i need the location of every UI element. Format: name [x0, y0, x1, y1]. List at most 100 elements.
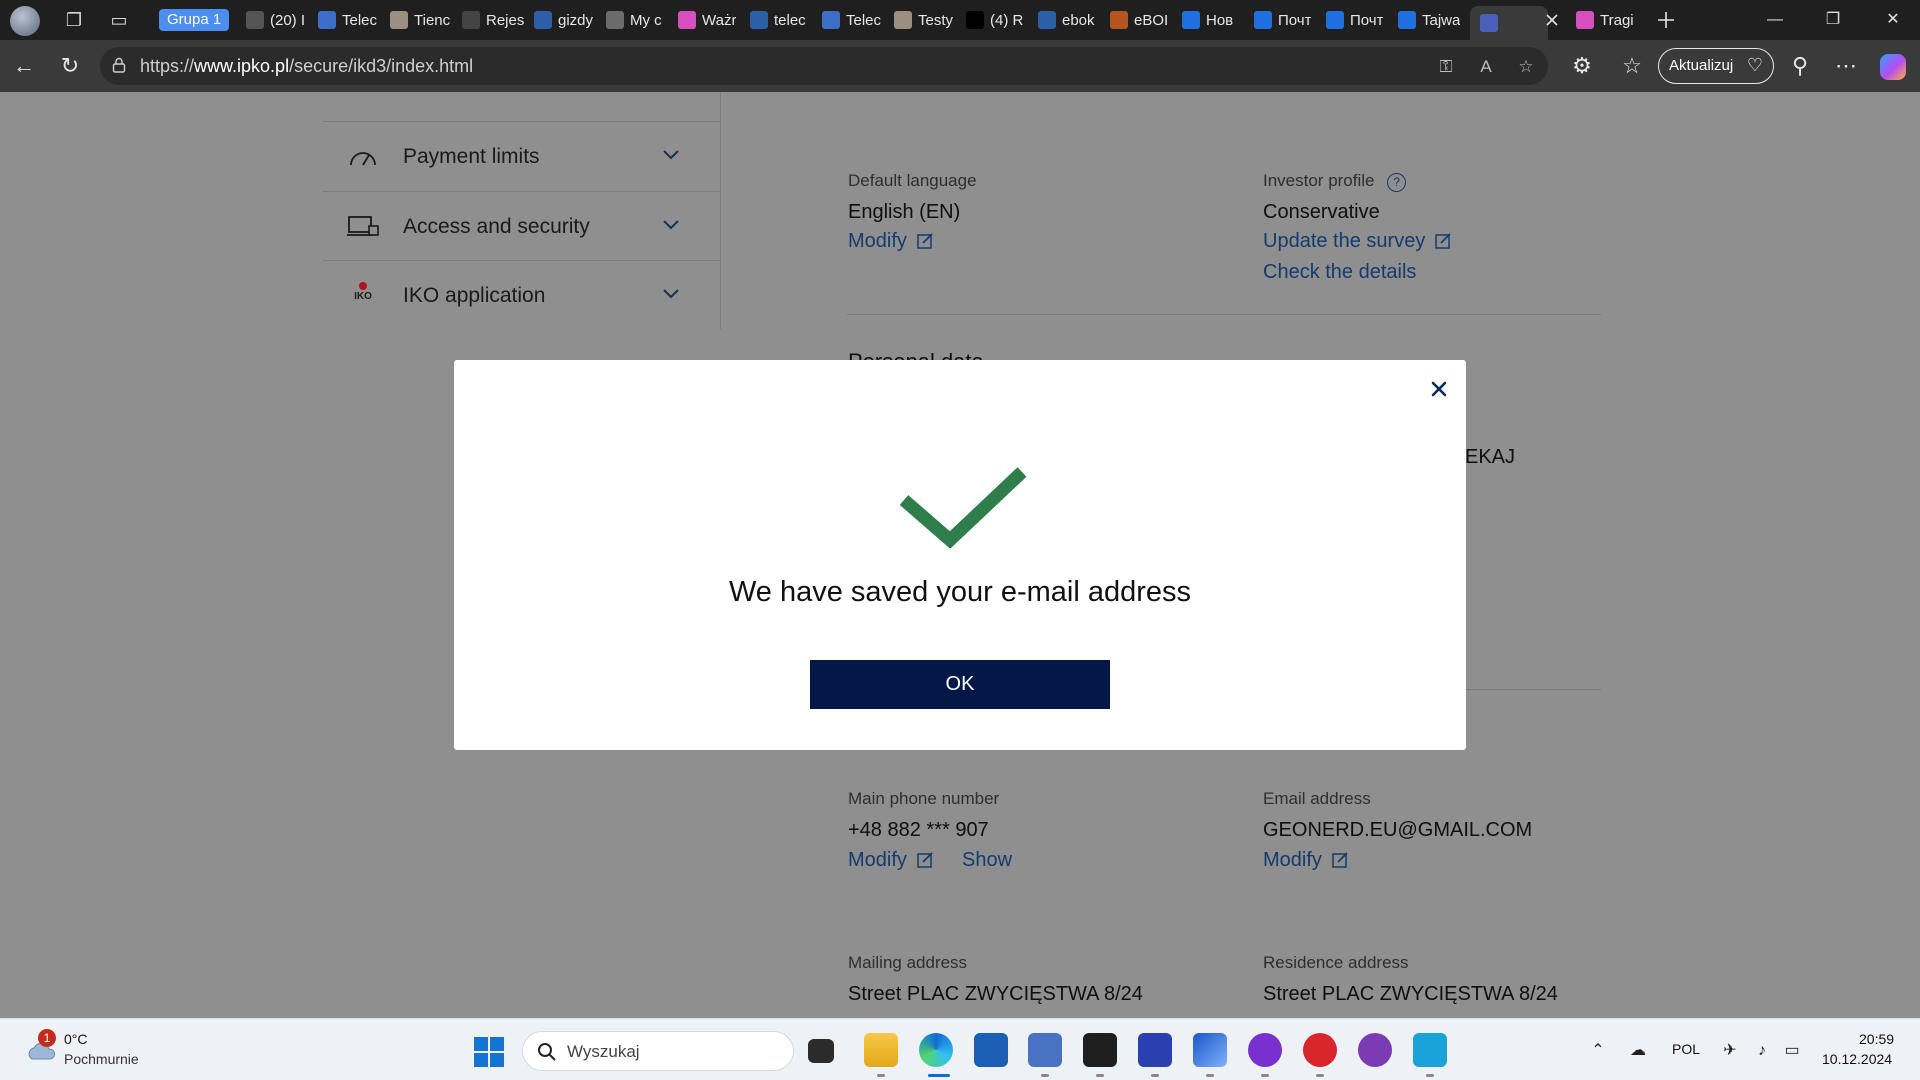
back-icon[interactable]: ← — [10, 52, 38, 80]
vivaldi-icon[interactable] — [1303, 1033, 1337, 1067]
check-details-link[interactable]: Check the details — [1263, 261, 1416, 284]
edge-browser-icon[interactable] — [919, 1033, 953, 1067]
sidebar-item-payment-limits[interactable]: Payment limits — [323, 121, 721, 190]
favorite-star-icon[interactable]: ☆ — [1514, 55, 1538, 79]
divider — [847, 314, 1601, 315]
restore-icon[interactable]: ❐ — [1810, 6, 1856, 34]
tab-title: Telec — [846, 11, 882, 29]
close-tab-icon[interactable] — [1540, 8, 1564, 32]
key-icon[interactable]: ⚿ — [1434, 55, 1458, 79]
tab-favicon-icon — [822, 11, 840, 29]
show-phone-link[interactable]: Show — [962, 849, 1012, 872]
file-explorer-icon[interactable] — [864, 1033, 898, 1067]
ok-button[interactable]: OK — [810, 660, 1110, 709]
profile-avatar[interactable] — [10, 6, 40, 36]
investor-profile-value: Conservative — [1263, 201, 1380, 223]
store-icon[interactable] — [974, 1033, 1008, 1067]
sidebar-item-iko-application[interactable]: IKO IKO application — [323, 260, 721, 329]
more-menu-icon[interactable]: ⋯ — [1832, 52, 1860, 80]
help-icon[interactable]: ? — [1387, 173, 1407, 192]
podcast-app-icon[interactable] — [1358, 1033, 1392, 1067]
extensions-icon[interactable]: ⚙ — [1568, 52, 1596, 80]
browser-tab[interactable]: Telec — [318, 6, 380, 34]
browser-tab[interactable]: Rejes — [462, 6, 524, 34]
dialog-message: We have saved your e-mail address — [728, 576, 1192, 608]
browser-tab[interactable]: gizdy — [534, 6, 596, 34]
tab-favicon-icon — [750, 11, 768, 29]
volume-icon[interactable]: ♪ — [1752, 1041, 1772, 1061]
browser-tab[interactable]: eBOI — [1110, 6, 1172, 34]
edit-icon — [1332, 852, 1348, 868]
taskbar-search-input[interactable]: Wyszukaj — [522, 1031, 794, 1071]
residence-address-line1: Street PLAC ZWYCIĘSTWA 8/24 — [1263, 983, 1558, 1005]
browser-tab[interactable]: My c — [606, 6, 668, 34]
weather-alert-badge: 1 — [38, 1029, 56, 1047]
refresh-icon[interactable]: ↻ — [56, 52, 84, 80]
address-bar[interactable]: https://www.ipko.pl/secure/ikd3/index.ht… — [100, 47, 1548, 85]
chevron-down-icon — [663, 289, 679, 299]
tab-favicon-icon — [894, 11, 912, 29]
tab-title: (20) I — [270, 11, 306, 29]
sidebar-item-access-security[interactable]: Access and security — [323, 191, 721, 260]
task-view-icon[interactable] — [808, 1039, 834, 1063]
tor-browser-icon[interactable] — [1248, 1033, 1282, 1067]
update-survey-link[interactable]: Update the survey — [1263, 230, 1452, 253]
email-label: Email address — [1263, 789, 1371, 808]
url-text: https://www.ipko.pl/secure/ikd3/index.ht… — [140, 56, 474, 76]
tab-title: My c — [630, 11, 662, 29]
modify-email-link[interactable]: Modify — [1263, 849, 1349, 872]
update-button[interactable]: Aktualizuj ♡ — [1658, 48, 1774, 84]
tab-favicon-icon — [1038, 11, 1056, 29]
default-language-value: English (EN) — [848, 201, 961, 223]
address-toolbar: ← ↻ https://www.ipko.pl/secure/ikd3/inde… — [0, 40, 1920, 92]
battery-icon[interactable]: ▭ — [1782, 1041, 1802, 1061]
browser-tab[interactable]: Tienc — [390, 6, 452, 34]
tab-favicon-icon — [1110, 11, 1128, 29]
modify-phone-link[interactable]: Modify — [848, 849, 934, 872]
browser-tab[interactable]: Ważr — [678, 6, 740, 34]
browser-tab[interactable]: Tajwa — [1398, 6, 1460, 34]
browser-tab[interactable]: Tragi — [1576, 6, 1638, 34]
browser-tab[interactable]: Testy — [894, 6, 956, 34]
browser-tab[interactable]: ebok — [1038, 6, 1100, 34]
chevron-up-icon[interactable]: ⌃ — [1588, 1041, 1608, 1061]
airplane-mode-icon[interactable]: ✈ — [1720, 1041, 1740, 1061]
favorites-icon[interactable]: ☆ — [1618, 52, 1646, 80]
editor-app-icon[interactable] — [1193, 1033, 1227, 1067]
terminal-icon[interactable] — [1083, 1033, 1117, 1067]
new-tab-icon[interactable] — [1654, 8, 1678, 32]
read-aloud-icon[interactable]: A — [1474, 55, 1498, 79]
browser-tab[interactable]: Почт — [1254, 6, 1316, 34]
tab-favicon-icon — [318, 11, 336, 29]
clock-time[interactable]: 20:59 — [1859, 1031, 1894, 1047]
clock-date[interactable]: 10.12.2024 — [1822, 1051, 1892, 1067]
notepad-icon[interactable] — [1413, 1033, 1447, 1067]
browser-tab[interactable]: telec — [750, 6, 812, 34]
modify-language-link[interactable]: Modify — [848, 230, 934, 253]
start-windows-icon[interactable] — [474, 1037, 504, 1067]
close-icon[interactable] — [1424, 374, 1454, 404]
tab-favicon-icon — [462, 11, 480, 29]
workspaces-icon[interactable]: ❐ — [63, 9, 85, 31]
browser-tab[interactable]: (4) R — [966, 6, 1028, 34]
performance-icon[interactable]: ⚲ — [1786, 52, 1814, 80]
browser-tab-active[interactable] — [1470, 6, 1548, 40]
language-indicator[interactable]: POL — [1672, 1041, 1700, 1057]
weather-description: Pochmurnie — [64, 1051, 139, 1067]
chevron-down-icon — [663, 150, 679, 160]
browser-tab[interactable]: Нов — [1182, 6, 1244, 34]
running-indicator — [1426, 1074, 1434, 1077]
tab-actions-icon[interactable]: ▭ — [108, 9, 130, 31]
tab-group-label[interactable]: Grupa 1 — [159, 9, 230, 31]
browser-tab[interactable]: Telec — [822, 6, 884, 34]
running-indicator — [877, 1074, 885, 1077]
onedrive-cloud-icon[interactable]: ☁ — [1628, 1041, 1648, 1061]
browser-tab[interactable]: (20) I — [246, 6, 308, 34]
sidebar-item-label: IKO application — [403, 284, 546, 307]
save-app-icon[interactable] — [1138, 1033, 1172, 1067]
copilot-icon[interactable] — [1880, 54, 1906, 80]
browser-tab[interactable]: Почт — [1326, 6, 1388, 34]
network-app-icon[interactable] — [1028, 1033, 1062, 1067]
minimize-icon[interactable]: — — [1752, 6, 1798, 34]
window-close-icon[interactable]: ✕ — [1870, 6, 1916, 34]
